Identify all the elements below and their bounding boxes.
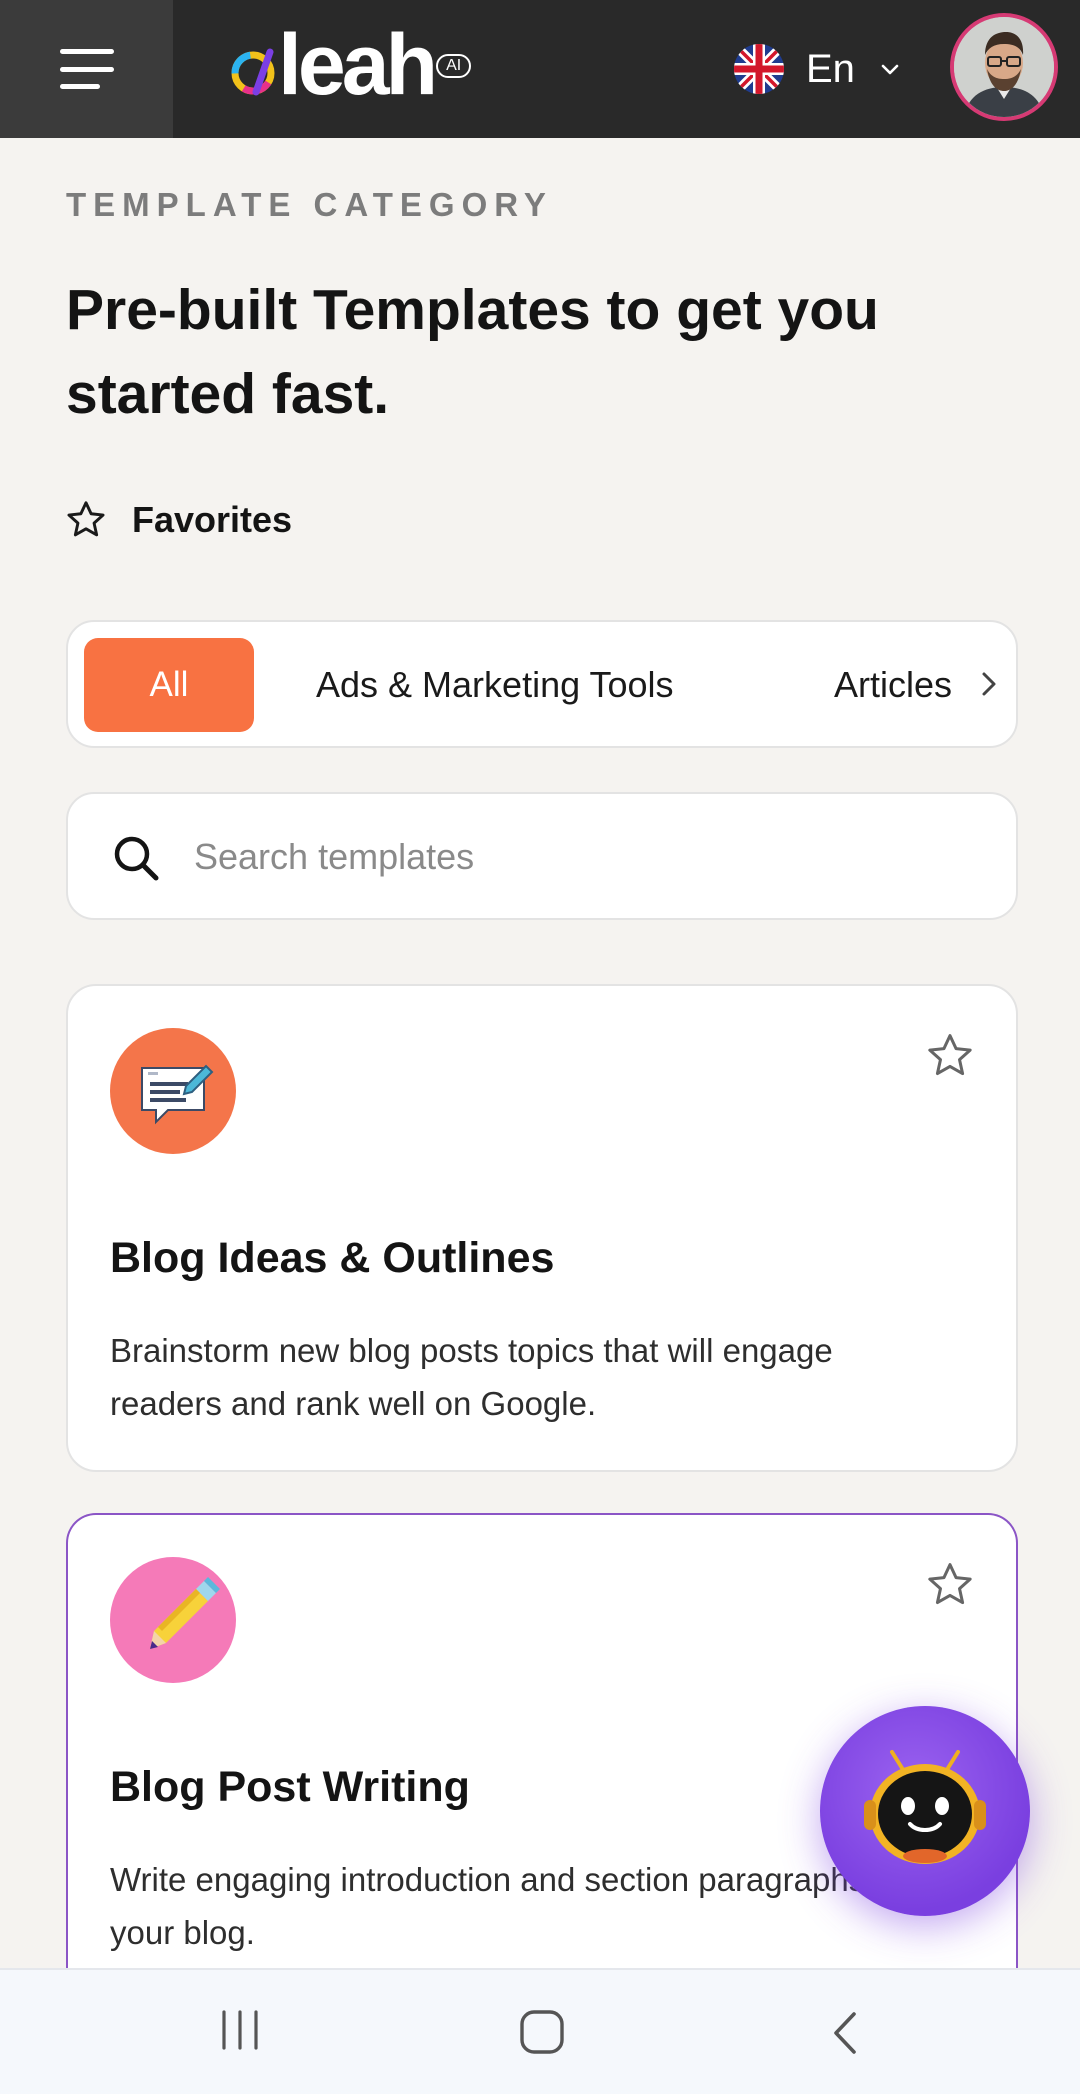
blog-document-icon <box>141 1064 214 1125</box>
favorite-star-icon[interactable] <box>924 1030 976 1082</box>
system-navigation-bar <box>0 1968 1080 2094</box>
recent-apps-icon[interactable] <box>218 2008 262 2052</box>
language-selector[interactable]: En <box>734 38 901 100</box>
template-icon <box>110 1028 236 1154</box>
search-input[interactable] <box>194 818 974 896</box>
tab-articles[interactable]: Articles <box>834 638 954 732</box>
robot-face-icon <box>864 1750 986 1864</box>
category-tabs: All Ads & Marketing Tools Articles <box>66 620 1018 748</box>
back-icon[interactable] <box>828 2008 862 2058</box>
template-title: Blog Post Writing <box>110 1763 470 1811</box>
star-outline-icon <box>67 501 105 537</box>
uk-flag-icon <box>734 44 784 94</box>
favorites-label: Favorites <box>132 499 293 540</box>
language-label: En <box>806 46 855 91</box>
tab-ads-marketing-tools[interactable]: Ads & Marketing Tools <box>316 638 674 732</box>
pencil-icon <box>150 1577 220 1649</box>
user-avatar[interactable] <box>950 13 1058 121</box>
template-description: Brainstorm new blog posts topics that wi… <box>110 1332 833 1422</box>
app-logo[interactable]: leah AI <box>226 17 472 113</box>
favorite-star-icon[interactable] <box>924 1559 976 1611</box>
menu-button[interactable] <box>0 0 173 138</box>
chevron-right-icon[interactable] <box>974 666 1004 702</box>
favorites-link[interactable]: Favorites <box>64 498 292 542</box>
top-app-bar: leah AI En <box>0 0 1080 138</box>
home-icon[interactable] <box>516 2006 568 2058</box>
section-eyebrow: TEMPLATE CATEGORY <box>66 186 553 223</box>
template-icon <box>110 1557 236 1683</box>
logo-wordmark: leah <box>278 17 438 113</box>
ai-assistant-button[interactable] <box>820 1706 1030 1916</box>
search-box <box>66 792 1018 920</box>
template-title: Blog Ideas & Outlines <box>110 1234 555 1282</box>
ai-badge: AI <box>436 54 472 78</box>
template-card[interactable]: Blog Ideas & Outlines Brainstorm new blo… <box>66 984 1018 1472</box>
search-icon <box>114 836 159 881</box>
page-title: Pre-built Templates to get you started f… <box>66 278 879 426</box>
chevron-down-icon <box>881 64 899 75</box>
logo-mark-icon <box>231 48 275 96</box>
hamburger-icon <box>59 49 114 89</box>
user-photo-icon <box>954 17 1054 117</box>
tab-all[interactable]: All <box>84 638 254 732</box>
